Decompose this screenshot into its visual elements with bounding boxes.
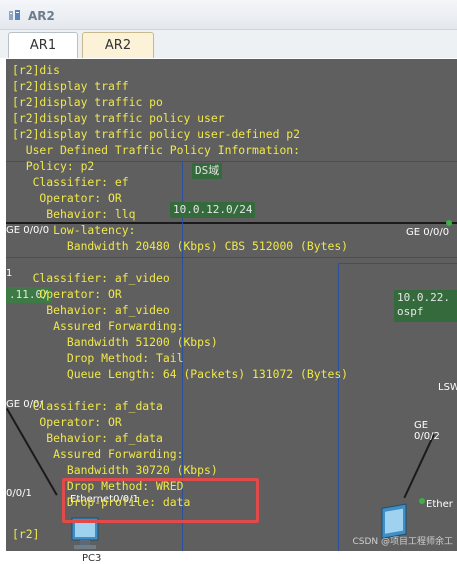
window-title: AR2 bbox=[28, 9, 55, 23]
cli-line: [r2]display traff bbox=[12, 79, 129, 93]
cli-line: [r2]dis bbox=[12, 63, 61, 77]
cli-prompt: [r2] bbox=[12, 527, 40, 541]
tab-ar1[interactable]: AR1 bbox=[8, 32, 78, 58]
cli-line: Operator: OR bbox=[12, 287, 122, 301]
terminal-console[interactable]: DS域 10.0.12.0/24 GE 0/0/0 GE 0/0/0 1 .11… bbox=[6, 59, 457, 551]
cli-line: Low-latency: bbox=[12, 223, 136, 237]
link-line bbox=[403, 434, 435, 499]
cli-line: Bandwidth 30720 (Kbps) bbox=[12, 463, 218, 477]
cli-line: Behavior: af_data bbox=[12, 431, 163, 445]
cli-line: Operator: OR bbox=[12, 191, 122, 205]
red-highlight-box bbox=[62, 478, 259, 523]
port-dot-icon bbox=[446, 220, 452, 226]
subnet-label-text: 10.0.22. bbox=[397, 291, 450, 304]
cli-line: Behavior: llq bbox=[12, 207, 136, 221]
cli-line: Bandwidth 20480 (Kbps) CBS 512000 (Bytes… bbox=[12, 239, 349, 253]
ospf-label: ospf bbox=[397, 305, 424, 318]
cli-line: Classifier: af_data bbox=[12, 399, 163, 413]
area-border-line bbox=[338, 263, 457, 264]
port-dot-icon bbox=[419, 498, 425, 504]
tab-ar2[interactable]: AR2 bbox=[82, 32, 154, 58]
cli-line: [r2]display traffic policy user-defined … bbox=[12, 127, 301, 141]
cli-line: Assured Forwarding: bbox=[12, 319, 184, 333]
cli-line: Classifier: ef bbox=[12, 175, 129, 189]
cli-line: Policy: p2 bbox=[12, 159, 95, 173]
port-label: GE 0/0/0 bbox=[406, 227, 450, 238]
lsw-label: LSW bbox=[438, 382, 457, 393]
tab-strip: AR1 AR2 bbox=[0, 30, 457, 58]
cli-line: User Defined Traffic Policy Information: bbox=[12, 143, 301, 157]
ethernet-label: Ether bbox=[426, 499, 453, 510]
cli-line: Classifier: af_video bbox=[12, 271, 170, 285]
cli-line: [r2]display traffic po bbox=[12, 95, 163, 109]
cli-line: Operator: OR bbox=[12, 415, 122, 429]
cli-line: Queue Length: 64 (Packets) 131072 (Bytes… bbox=[12, 367, 349, 381]
cli-line: Bandwidth 51200 (Kbps) bbox=[12, 335, 218, 349]
subnet-label: 10.0.22. ospf bbox=[394, 290, 457, 322]
cli-line: Drop Method: Tail bbox=[12, 351, 184, 365]
window-titlebar: AR2 bbox=[0, 0, 457, 30]
watermark: CSDN @项目工程师余工 bbox=[352, 537, 453, 547]
cli-line: Assured Forwarding: bbox=[12, 447, 184, 461]
port-label: GE 0/0/2 bbox=[414, 420, 440, 442]
router-icon bbox=[9, 10, 20, 20]
cli-line: [r2]display traffic policy user bbox=[12, 111, 225, 125]
cli-output: [r2]dis [r2]display traff [r2]display tr… bbox=[12, 62, 348, 542]
pc3-label: PC3 bbox=[82, 553, 102, 564]
cli-line: Behavior: af_video bbox=[12, 303, 170, 317]
